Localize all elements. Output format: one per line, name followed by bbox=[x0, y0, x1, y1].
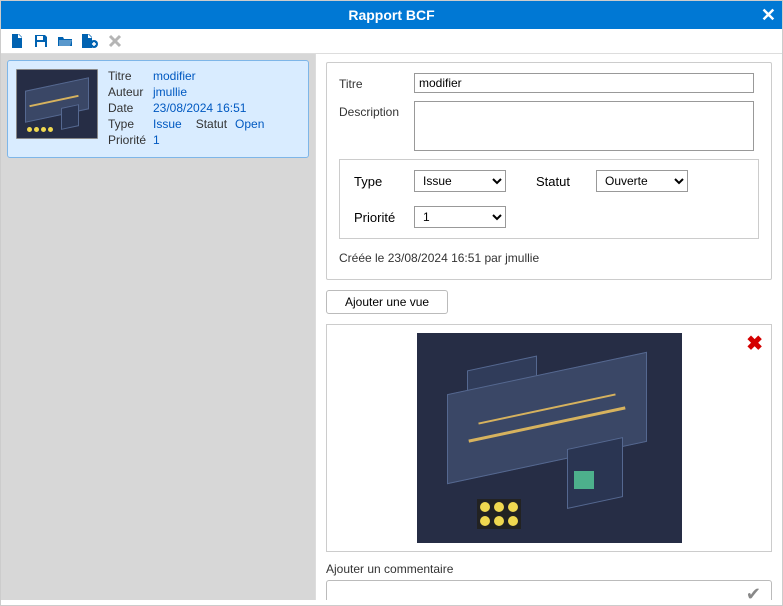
priorite-value: 1 bbox=[153, 133, 160, 147]
type-select[interactable]: Issue bbox=[414, 170, 506, 192]
form-statut-label: Statut bbox=[536, 174, 584, 189]
statut-select[interactable]: Ouverte bbox=[596, 170, 688, 192]
issue-list-panel: Titre modifier Auteur jmullie Date 23/08… bbox=[1, 54, 316, 600]
comment-box[interactable]: ✔ bbox=[326, 580, 772, 600]
toolbar bbox=[1, 29, 782, 54]
delete-icon bbox=[107, 33, 123, 49]
created-text: Créée le 23/08/2024 16:51 par jmullie bbox=[339, 251, 759, 265]
description-input[interactable] bbox=[414, 101, 754, 151]
priorite-label: Priorité bbox=[108, 133, 153, 147]
type-value: Issue bbox=[153, 117, 182, 131]
type-label: Type bbox=[108, 117, 153, 131]
titre-label: Titre bbox=[108, 69, 153, 83]
form-description-label: Description bbox=[339, 101, 414, 119]
submit-comment-icon[interactable]: ✔ bbox=[746, 584, 761, 601]
form-priorite-label: Priorité bbox=[354, 210, 402, 225]
close-icon[interactable]: ✕ bbox=[761, 6, 776, 24]
delete-view-icon[interactable]: ✖ bbox=[746, 331, 763, 356]
comment-label: Ajouter un commentaire bbox=[326, 562, 772, 576]
open-folder-icon[interactable] bbox=[57, 33, 73, 49]
add-view-button[interactable]: Ajouter une vue bbox=[326, 290, 448, 314]
date-value: 23/08/2024 16:51 bbox=[153, 101, 246, 115]
add-file-icon[interactable] bbox=[81, 33, 99, 49]
new-file-icon[interactable] bbox=[9, 33, 25, 49]
auteur-value: jmullie bbox=[153, 85, 187, 99]
issue-form: Titre Description Type Issue Statut Ouve… bbox=[326, 62, 772, 280]
main-content: Titre modifier Auteur jmullie Date 23/08… bbox=[1, 54, 782, 600]
view-block: ✖ bbox=[326, 324, 772, 552]
window-title: Rapport BCF bbox=[348, 7, 434, 23]
issue-list-item[interactable]: Titre modifier Auteur jmullie Date 23/08… bbox=[7, 60, 309, 158]
statut-value: Open bbox=[235, 117, 264, 131]
priorite-select[interactable]: 1 bbox=[414, 206, 506, 228]
detail-panel: Titre Description Type Issue Statut Ouve… bbox=[316, 54, 782, 600]
statut-label: Statut bbox=[196, 117, 227, 131]
form-titre-label: Titre bbox=[339, 73, 414, 91]
view-image[interactable] bbox=[417, 333, 682, 543]
date-label: Date bbox=[108, 101, 153, 115]
auteur-label: Auteur bbox=[108, 85, 153, 99]
titre-value: modifier bbox=[153, 69, 196, 83]
title-bar: Rapport BCF ✕ bbox=[1, 1, 782, 29]
classification-block: Type Issue Statut Ouverte Priorité 1 bbox=[339, 159, 759, 239]
issue-info: Titre modifier Auteur jmullie Date 23/08… bbox=[108, 69, 300, 149]
titre-input[interactable] bbox=[414, 73, 754, 93]
form-type-label: Type bbox=[354, 174, 402, 189]
save-icon[interactable] bbox=[33, 33, 49, 49]
issue-thumbnail bbox=[16, 69, 98, 139]
